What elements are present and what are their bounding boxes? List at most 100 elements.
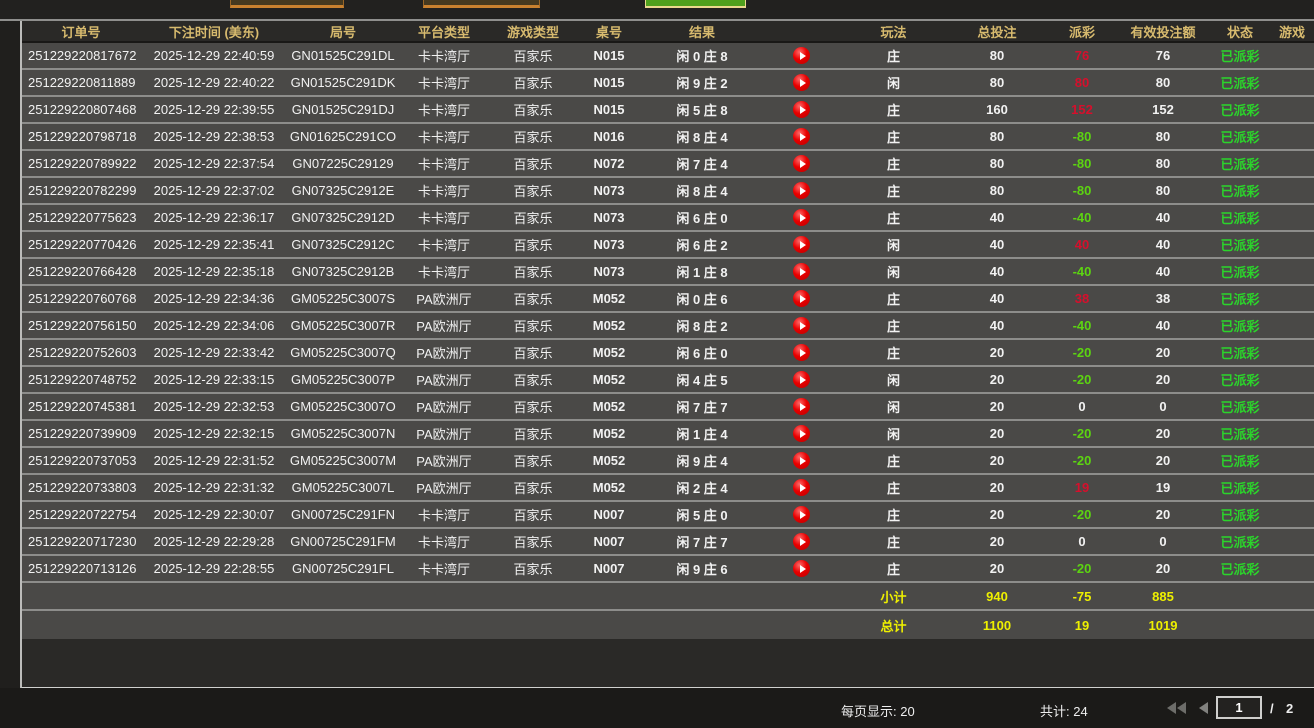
table-no-cell: M052 (576, 475, 642, 502)
payout-cell: 80 (1047, 70, 1117, 97)
table-no-cell: N073 (576, 178, 642, 205)
order-cell: 251229220717230 (22, 529, 140, 556)
play-video-icon[interactable] (793, 128, 810, 145)
play-video-icon[interactable] (793, 533, 810, 550)
order-cell: 251229220770426 (22, 232, 140, 259)
total-valid-bet: 1019 (1117, 611, 1209, 639)
table-row: 251229220745381 2025-12-29 22:32:53 GM05… (22, 394, 1314, 421)
total-bet-cell: 80 (947, 70, 1047, 97)
payout-cell: 38 (1047, 286, 1117, 313)
play-video-icon[interactable] (793, 398, 810, 415)
valid-bet-cell: 76 (1117, 43, 1209, 70)
game-type-cell: 百家乐 (490, 313, 576, 340)
play-video-icon[interactable] (793, 452, 810, 469)
result-cell: 闲 2 庄 4 (642, 475, 762, 502)
time-cell: 2025-12-29 22:40:59 (140, 43, 288, 70)
play-video-icon[interactable] (793, 290, 810, 307)
play-type-cell: 庄 (840, 43, 947, 70)
platform-cell: PA欧洲厅 (398, 448, 490, 475)
play-video-icon[interactable] (793, 506, 810, 523)
play-video-icon[interactable] (793, 479, 810, 496)
game-cell (1271, 367, 1314, 394)
game-type-cell: 百家乐 (490, 232, 576, 259)
filter-button-2[interactable] (423, 0, 540, 8)
play-type-cell: 闲 (840, 367, 947, 394)
game-type-cell: 百家乐 (490, 286, 576, 313)
round-cell: GM05225C3007P (288, 367, 398, 394)
play-video-icon[interactable] (793, 101, 810, 118)
status-cell: 已派彩 (1209, 340, 1271, 367)
play-cell (762, 43, 840, 70)
play-cell (762, 448, 840, 475)
play-video-icon[interactable] (793, 74, 810, 91)
pagination-bar: 每页显示: 20 共计: 24 1 / 2 (0, 688, 1314, 728)
time-cell: 2025-12-29 22:35:18 (140, 259, 288, 286)
play-video-icon[interactable] (793, 371, 810, 388)
filter-button-1[interactable] (230, 0, 344, 8)
prev-page-icon[interactable] (1199, 702, 1208, 717)
table-no-cell: N015 (576, 43, 642, 70)
result-cell: 闲 1 庄 4 (642, 421, 762, 448)
total-bet-cell: 80 (947, 43, 1047, 70)
table-row: 251229220713126 2025-12-29 22:28:55 GN00… (22, 556, 1314, 583)
play-cell (762, 205, 840, 232)
play-cell (762, 529, 840, 556)
play-triangle-icon (800, 349, 806, 357)
total-bet-cell: 20 (947, 367, 1047, 394)
game-cell (1271, 529, 1314, 556)
play-video-icon[interactable] (793, 344, 810, 361)
round-cell: GN00725C291FN (288, 502, 398, 529)
platform-cell: 卡卡湾厅 (398, 97, 490, 124)
time-cell: 2025-12-29 22:36:17 (140, 205, 288, 232)
play-cell (762, 232, 840, 259)
play-video-icon[interactable] (793, 560, 810, 577)
round-cell: GN07325C2912D (288, 205, 398, 232)
game-type-cell: 百家乐 (490, 124, 576, 151)
current-page-input[interactable]: 1 (1216, 696, 1262, 719)
first-page-icon[interactable] (1167, 702, 1187, 717)
valid-bet-cell: 38 (1117, 286, 1209, 313)
play-type-cell: 庄 (840, 340, 947, 367)
play-cell (762, 124, 840, 151)
play-video-icon[interactable] (793, 263, 810, 280)
game-type-cell: 百家乐 (490, 394, 576, 421)
valid-bet-cell: 40 (1117, 259, 1209, 286)
filter-button-active[interactable] (645, 0, 746, 8)
play-video-icon[interactable] (793, 425, 810, 442)
order-cell: 251229220752603 (22, 340, 140, 367)
time-cell: 2025-12-29 22:37:54 (140, 151, 288, 178)
valid-bet-cell: 80 (1117, 151, 1209, 178)
valid-bet-cell: 20 (1117, 421, 1209, 448)
game-type-cell: 百家乐 (490, 43, 576, 70)
result-cell: 闲 8 庄 2 (642, 313, 762, 340)
table-row: 251229220739909 2025-12-29 22:32:15 GM05… (22, 421, 1314, 448)
play-triangle-icon (800, 322, 806, 330)
order-cell: 251229220760768 (22, 286, 140, 313)
play-type-cell: 闲 (840, 232, 947, 259)
play-video-icon[interactable] (793, 47, 810, 64)
order-cell: 251229220737053 (22, 448, 140, 475)
table-row: 251229220717230 2025-12-29 22:29:28 GN00… (22, 529, 1314, 556)
play-video-icon[interactable] (793, 209, 810, 226)
valid-bet-cell: 20 (1117, 367, 1209, 394)
round-cell: GN01525C291DL (288, 43, 398, 70)
game-cell (1271, 421, 1314, 448)
bet-records-table: 订单号 下注时间 (美东) 局号 平台类型 游戏类型 桌号 结果 玩法 总投注 … (20, 21, 1314, 689)
play-video-icon[interactable] (793, 155, 810, 172)
payout-cell: -20 (1047, 340, 1117, 367)
play-video-icon[interactable] (793, 182, 810, 199)
total-bet-cell: 20 (947, 502, 1047, 529)
platform-cell: 卡卡湾厅 (398, 556, 490, 583)
status-cell: 已派彩 (1209, 367, 1271, 394)
result-cell: 闲 1 庄 8 (642, 259, 762, 286)
total-row: 总计 1100 19 1019 (22, 611, 1314, 639)
play-video-icon[interactable] (793, 317, 810, 334)
game-type-cell: 百家乐 (490, 205, 576, 232)
column-header-total-bet: 总投注 (947, 21, 1047, 43)
order-cell: 251229220739909 (22, 421, 140, 448)
play-type-cell: 庄 (840, 286, 947, 313)
play-cell (762, 367, 840, 394)
platform-cell: 卡卡湾厅 (398, 151, 490, 178)
play-cell (762, 259, 840, 286)
play-video-icon[interactable] (793, 236, 810, 253)
